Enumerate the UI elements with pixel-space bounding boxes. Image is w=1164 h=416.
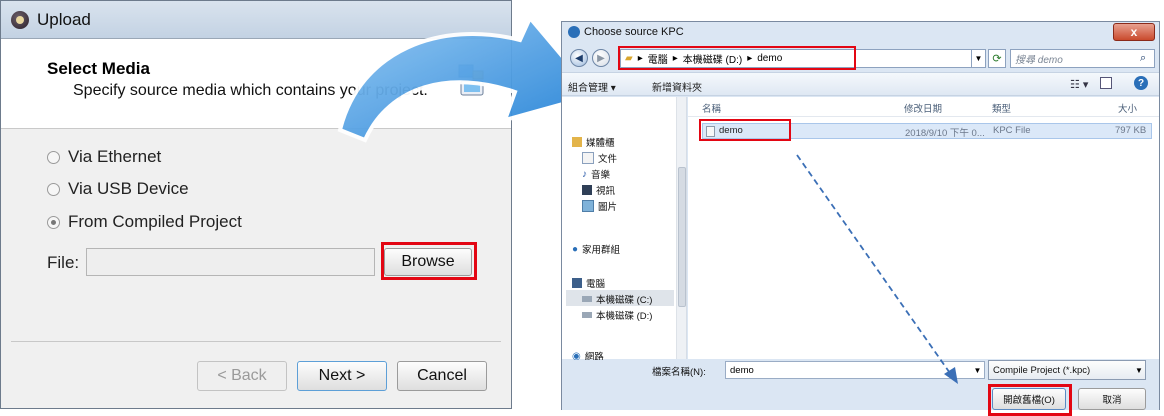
radio-via-ethernet[interactable]: Via Ethernet (47, 146, 161, 168)
nav-item-homegroup[interactable]: ● 家用群組 (572, 242, 621, 257)
dialog-footer: 檔案名稱(N): demo ▼ Compile Project (*.kpc) … (562, 360, 1159, 416)
close-button[interactable]: x (1113, 23, 1155, 41)
highlight-box (618, 46, 856, 70)
chevron-down-icon[interactable]: ▼ (970, 361, 985, 379)
back-arrow-icon[interactable]: ◀ (570, 49, 588, 67)
column-header-type[interactable]: 類型 (992, 101, 1011, 115)
nav-item-documents[interactable]: 文件 (582, 151, 617, 165)
nav-item-drive-d[interactable]: 本機磁碟 (D:) (582, 308, 652, 322)
homegroup-icon: ● (572, 243, 579, 255)
nav-item-computer[interactable]: 電腦 (572, 276, 605, 290)
scrollbar-thumb[interactable] (678, 167, 686, 307)
chevron-down-icon[interactable]: ▼ (1132, 360, 1146, 380)
dialog-toolbar: 組合管理 ▾ 新增資料夾 ☷ ▾ ? (562, 72, 1159, 96)
radio-button[interactable] (47, 182, 60, 196)
new-folder-button[interactable]: 新增資料夾 (652, 79, 702, 94)
upload-window-title: Upload (37, 10, 91, 29)
dialog-title: Choose source KPC (584, 26, 684, 38)
search-icon[interactable]: ⌕ (1140, 52, 1146, 65)
refresh-icon[interactable]: ⟳ (988, 49, 1006, 68)
dialog-title-bar[interactable]: Choose source KPC x (562, 22, 1159, 44)
highlight-box (988, 384, 1072, 416)
nav-item-label: 本機磁碟 (D:) (596, 311, 653, 322)
computer-icon (572, 278, 582, 288)
search-input[interactable]: 搜尋 demo (1010, 49, 1155, 68)
divider (11, 341, 501, 342)
nav-item-label: 媒體櫃 (586, 138, 615, 149)
file-list: 名稱 修改日期 類型 大小 demo 2018/9/10 下午 0... KPC… (688, 97, 1159, 359)
dialog-app-icon (568, 26, 580, 38)
file-type: KPC File (993, 125, 1031, 136)
radio-button-selected[interactable] (47, 215, 60, 229)
radio-label: Via USB Device (68, 179, 189, 198)
nav-item-label: 本機磁碟 (C:) (596, 295, 653, 306)
document-icon (582, 152, 594, 164)
video-icon (582, 185, 592, 195)
cancel-button[interactable]: Cancel (397, 361, 487, 391)
nav-item-label: 家用群組 (582, 245, 621, 256)
nav-item-label: 文件 (598, 154, 618, 165)
column-header-name[interactable]: 名稱 (702, 101, 721, 115)
column-header-row: 名稱 修改日期 類型 大小 (688, 97, 1159, 117)
radio-label: From Compiled Project (68, 212, 242, 231)
view-options-icon[interactable]: ☷ ▾ (1070, 78, 1088, 91)
drive-icon (582, 312, 592, 318)
radio-label: Via Ethernet (68, 147, 162, 166)
nav-scrollbar[interactable] (676, 97, 686, 359)
music-icon: ♪ (582, 168, 587, 180)
highlight-box (381, 242, 477, 280)
forward-arrow-icon[interactable]: ▶ (592, 49, 610, 67)
highlight-box (699, 119, 791, 141)
nav-item-label: 圖片 (598, 202, 618, 213)
nav-item-pictures[interactable]: 圖片 (582, 199, 617, 213)
radio-from-compiled-project[interactable]: From Compiled Project (47, 211, 242, 233)
page-title: Select Media (47, 59, 150, 78)
nav-item-label: 音樂 (591, 170, 611, 181)
help-icon[interactable]: ? (1134, 76, 1148, 90)
file-path-field[interactable] (86, 248, 375, 276)
choose-kpc-dialog: Choose source KPC x ◀ ▶ ▰ ▸ 電腦 ▸ 本機磁碟 (D… (561, 21, 1160, 416)
radio-via-usb-device[interactable]: Via USB Device (47, 178, 189, 200)
address-row: ◀ ▶ ▰ ▸ 電腦 ▸ 本機磁碟 (D:) ▸ demo ▼ ⟳ 搜尋 dem… (562, 44, 1159, 72)
nav-item-music[interactable]: ♪ 音樂 (582, 167, 611, 182)
chevron-down-icon[interactable]: ▼ (972, 49, 986, 68)
file-size: 797 KB (1115, 125, 1147, 136)
filetype-select[interactable]: Compile Project (*.kpc) (988, 360, 1146, 380)
filename-label: 檔案名稱(N): (652, 367, 706, 378)
dialog-cancel-button[interactable]: 取消 (1078, 388, 1146, 410)
radio-button[interactable] (47, 150, 60, 164)
column-header-modified[interactable]: 修改日期 (904, 101, 942, 115)
drive-icon (582, 296, 592, 302)
navigation-pane: 媒體櫃 文件 ♪ 音樂 視訊 圖片 ● 家用群組 電腦 本機磁碟 (C:) 本機… (562, 97, 687, 363)
nav-item-label: 視訊 (596, 186, 616, 197)
next-button[interactable]: Next > (297, 361, 387, 391)
nav-item-library[interactable]: 媒體櫃 (572, 135, 615, 149)
picture-icon (582, 200, 594, 212)
app-logo-icon (11, 11, 29, 29)
library-icon (572, 137, 582, 147)
organize-menu[interactable]: 組合管理 ▾ (568, 79, 616, 94)
column-header-size[interactable]: 大小 (1118, 101, 1137, 115)
filename-input[interactable]: demo (725, 361, 985, 379)
preview-pane-icon[interactable] (1100, 77, 1112, 89)
nav-item-drive-c[interactable]: 本機磁碟 (C:) (582, 292, 652, 306)
file-modified: 2018/9/10 下午 0... (905, 128, 985, 139)
nav-item-video[interactable]: 視訊 (582, 183, 615, 197)
back-button[interactable]: < Back (197, 361, 287, 391)
nav-item-label: 電腦 (586, 279, 606, 290)
file-label: File: (47, 253, 80, 272)
